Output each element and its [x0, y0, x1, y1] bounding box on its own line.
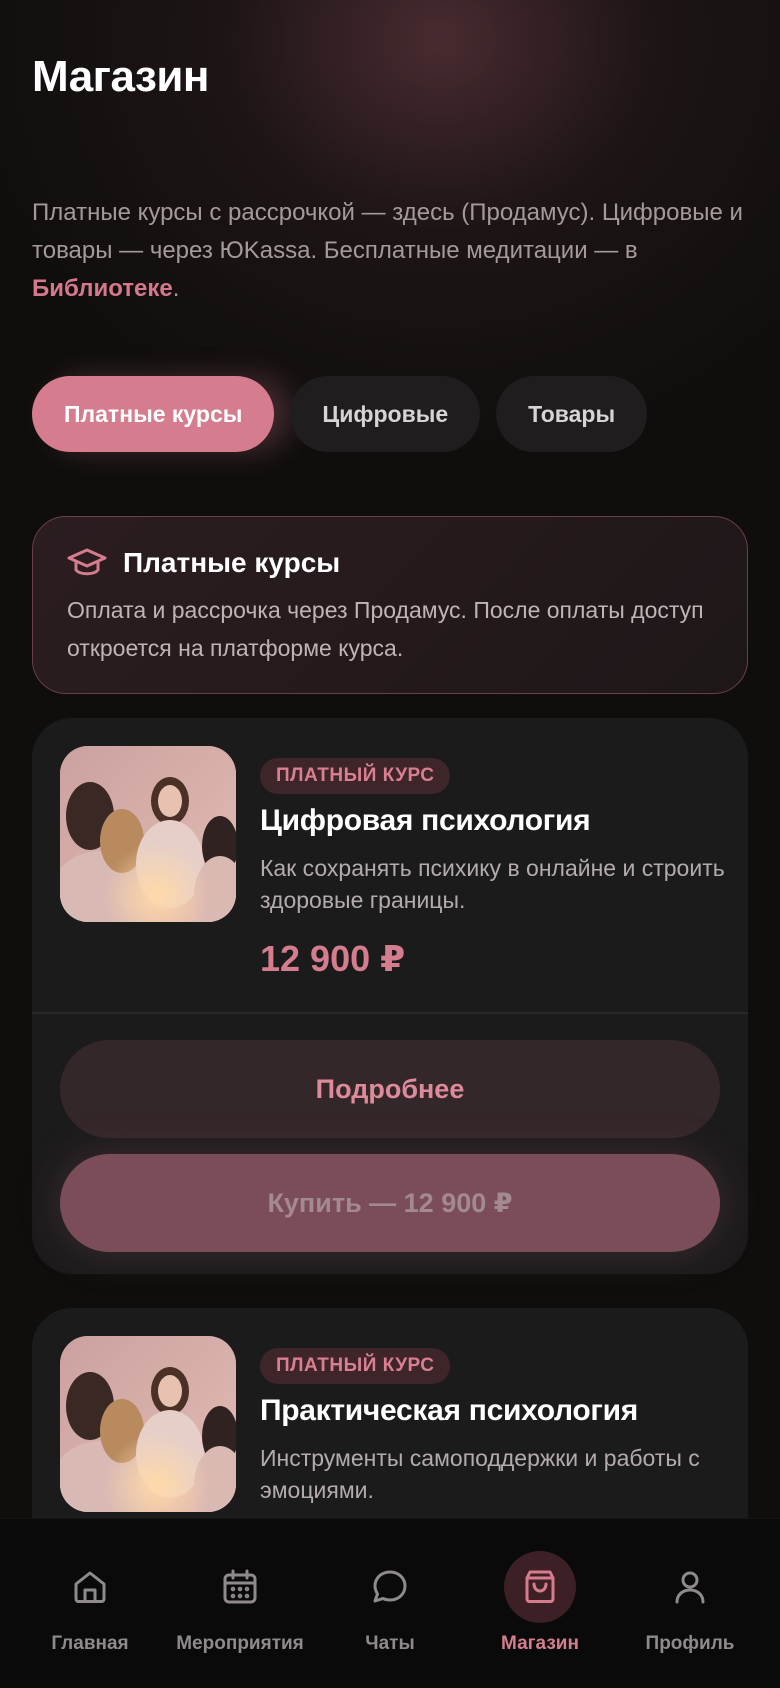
chat-icon — [354, 1551, 426, 1623]
course-description: Как сохранять психику в онлайне и строит… — [260, 855, 725, 913]
card-divider — [32, 1012, 748, 1014]
nav-label-home: Главная — [51, 1633, 129, 1654]
info-title: Платные курсы — [123, 547, 341, 578]
intro-text-main: Платные курсы с рассрочкой — здесь (Прод… — [32, 199, 743, 264]
calendar-icon — [204, 1551, 276, 1623]
nav-item-events[interactable]: Мероприятия — [162, 1519, 318, 1688]
details-button[interactable]: Подробнее — [60, 1040, 720, 1138]
nav-label-profile: Профиль — [645, 1633, 735, 1654]
info-text: Оплата и рассрочка через Продамус. После… — [67, 597, 704, 661]
course-card[interactable]: ПЛАТНЫЙ КУРС Практическая психология Инс… — [32, 1308, 748, 1518]
nav-label-events: Мероприятия — [176, 1633, 304, 1654]
bottom-navigation: Главная Мероприятия Чаты Магазин Профиль — [0, 1518, 780, 1688]
intro-text: Платные курсы с рассрочкой — здесь (Прод… — [32, 194, 762, 308]
shopping-bag-icon — [504, 1551, 576, 1623]
info-header: Платные курсы — [67, 547, 340, 579]
course-title: Цифровая психология — [260, 804, 591, 837]
course-badge: ПЛАТНЫЙ КУРС — [260, 758, 451, 794]
course-badge: ПЛАТНЫЙ КУРС — [260, 1348, 451, 1384]
tab-goods[interactable]: Товары — [496, 376, 648, 452]
course-title: Практическая психология — [260, 1394, 638, 1427]
nav-item-home[interactable]: Главная — [12, 1519, 168, 1688]
intro-text-end: . — [172, 275, 180, 302]
nav-label-chats: Чаты — [365, 1633, 415, 1654]
course-card[interactable]: ПЛАТНЫЙ КУРС Цифровая психология Как сох… — [32, 718, 748, 1274]
user-icon — [654, 1551, 726, 1623]
home-icon — [54, 1551, 126, 1623]
paid-courses-info: Платные курсы Оплата и рассрочка через П… — [32, 516, 748, 694]
tab-paid-courses[interactable]: Платные курсы — [32, 376, 275, 452]
nav-item-profile[interactable]: Профиль — [612, 1519, 768, 1688]
nav-label-shop: Магазин — [501, 1633, 579, 1654]
library-link[interactable]: Библиотеке — [32, 275, 173, 302]
course-price: 12 900 ₽ — [260, 938, 406, 979]
shop-screen: Магазин Платные курсы с рассрочкой — зде… — [0, 0, 780, 1518]
nav-item-chats[interactable]: Чаты — [312, 1519, 468, 1688]
graduation-cap-icon — [67, 548, 107, 576]
course-image — [60, 746, 236, 922]
course-image — [60, 1336, 236, 1512]
nav-item-shop[interactable]: Магазин — [462, 1519, 618, 1688]
tab-digital[interactable]: Цифровые — [290, 376, 481, 452]
course-description: Инструменты самоподдержки и работы с эмо… — [260, 1445, 700, 1503]
buy-button[interactable]: Купить — 12 900 ₽ — [60, 1154, 720, 1252]
page-title: Магазин — [32, 52, 210, 101]
category-tabs: Платные курсы Цифровые Товары — [32, 376, 648, 452]
